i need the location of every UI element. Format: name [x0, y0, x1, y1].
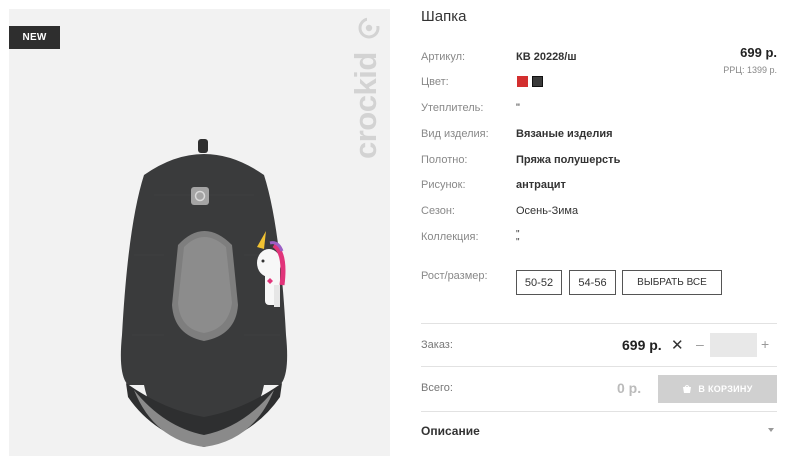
brand-mark-icon [358, 17, 380, 39]
divider [421, 323, 777, 324]
add-to-cart-label: В КОРЗИНУ [698, 384, 753, 394]
divider [421, 366, 777, 367]
size-option-54-56[interactable]: 54-56 [569, 270, 616, 295]
spec-value: " " [516, 229, 520, 248]
multiply-icon: ✕ [671, 337, 684, 354]
color-swatch-charcoal[interactable] [532, 76, 543, 87]
spec-label: Сезон: [421, 205, 455, 217]
quantity-input[interactable] [710, 333, 757, 357]
total-price: 0 р. [617, 380, 642, 396]
recommended-retail-price: РРЦ: 1399 р. [723, 65, 777, 75]
size-option-50-52[interactable]: 50-52 [516, 270, 562, 295]
spec-value: Пряжа полушерсть [516, 154, 621, 166]
product-image-area[interactable]: NEW crockid [9, 9, 390, 456]
spec-label: Вид изделия: [421, 128, 489, 140]
product-title: Шапка [421, 8, 467, 25]
spec-value: " [516, 102, 520, 114]
quantity-increase-button[interactable]: + [761, 336, 769, 352]
product-price: 699 р. [740, 45, 777, 60]
brand-wordmark: crockid [348, 52, 383, 159]
spec-label: Рисунок: [421, 179, 466, 191]
spec-label: Полотно: [421, 154, 468, 166]
spec-value: Вязаные изделия [516, 128, 613, 140]
total-label: Всего: [421, 382, 453, 394]
description-toggle[interactable]: Описание [421, 424, 480, 438]
spec-value: Осень-Зима [516, 205, 579, 217]
size-label: Рост/размер: [421, 270, 488, 282]
brand-logo: crockid [334, 9, 390, 179]
spec-label: Цвет: [421, 76, 449, 88]
new-badge: NEW [9, 26, 60, 49]
select-all-sizes-button[interactable]: ВЫБРАТЬ ВСЕ [622, 270, 722, 295]
divider [421, 411, 777, 412]
quantity-decrease-button[interactable]: – [696, 336, 704, 352]
spec-value: КВ 20228/ш [516, 51, 577, 63]
add-to-cart-button[interactable]: В КОРЗИНУ [658, 375, 777, 403]
spec-value: антрацит [516, 179, 566, 191]
product-photo [120, 139, 288, 447]
chevron-down-icon[interactable] [766, 425, 776, 435]
spec-label: Утеплитель: [421, 102, 484, 114]
color-swatch-red[interactable] [517, 76, 528, 87]
order-price: 699 р. [622, 337, 662, 353]
spec-label: Артикул: [421, 51, 466, 63]
cart-icon [683, 385, 692, 393]
order-label: Заказ: [421, 339, 453, 351]
spec-label: Коллекция: [421, 231, 479, 243]
